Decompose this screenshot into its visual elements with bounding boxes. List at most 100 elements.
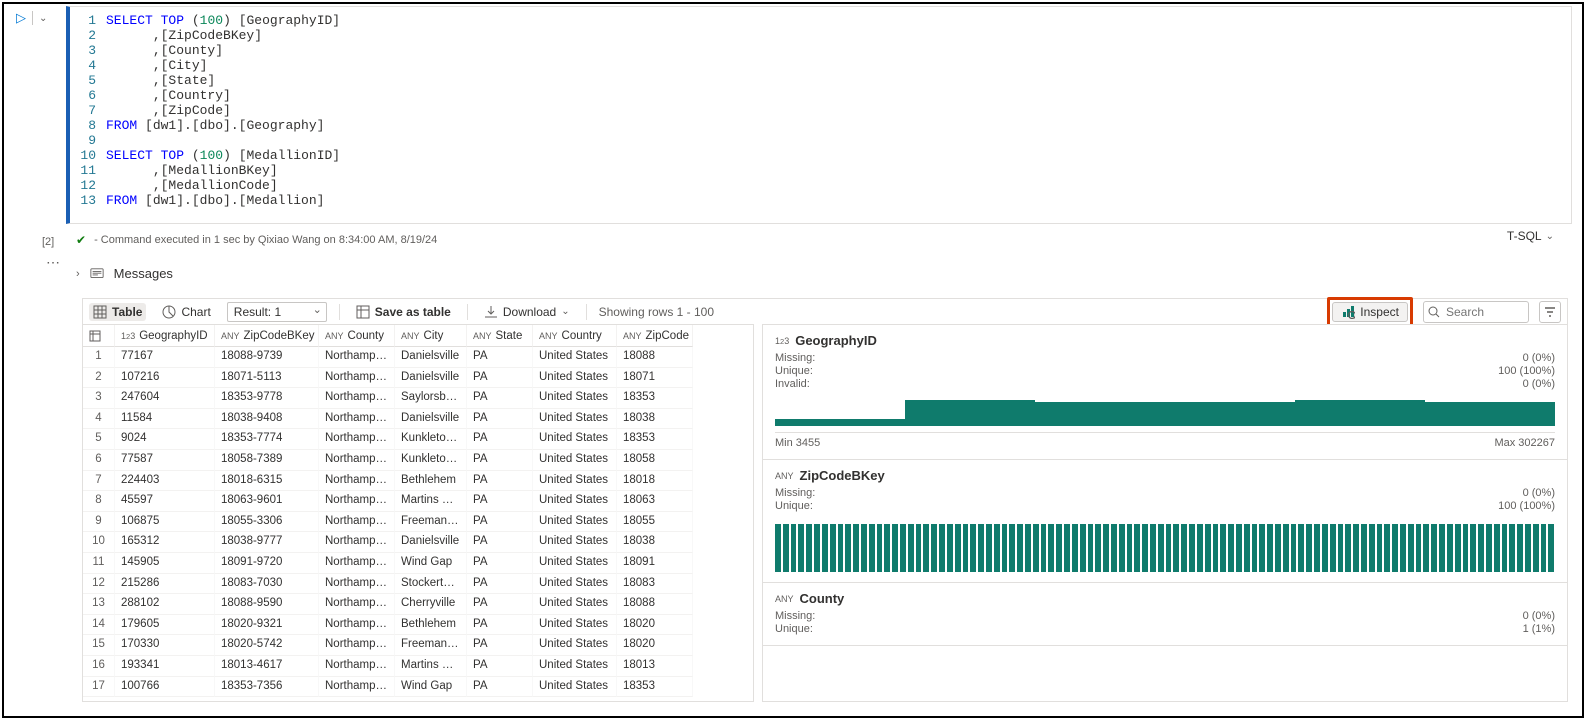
cell[interactable]: PA (467, 512, 533, 533)
cell[interactable]: 165312 (115, 532, 215, 553)
cell[interactable]: United States (533, 635, 617, 656)
cell[interactable]: Saylorsburg (395, 388, 467, 409)
code-text[interactable]: FROM [dw1].[dbo].[Geography] (106, 118, 324, 133)
cell[interactable]: 18071 (617, 368, 693, 389)
cell[interactable]: 11584 (115, 409, 215, 430)
cell[interactable]: Northampton (319, 429, 395, 450)
code-line[interactable]: 11 ,[MedallionBKey] (70, 163, 1571, 178)
cell[interactable]: 18353 (617, 677, 693, 698)
column-header[interactable]: ANYZipCodeBKey (215, 325, 319, 347)
code-line[interactable]: 10SELECT TOP (100) [MedallionID] (70, 148, 1571, 163)
cell[interactable]: Northampton (319, 347, 395, 368)
cell[interactable]: 45597 (115, 491, 215, 512)
cell[interactable]: United States (533, 574, 617, 595)
cell[interactable]: 106875 (115, 512, 215, 533)
cell[interactable]: Danielsville (395, 532, 467, 553)
cell[interactable]: PA (467, 388, 533, 409)
cell[interactable]: 18058 (617, 450, 693, 471)
cell[interactable]: Northampton (319, 388, 395, 409)
cell[interactable]: Northampton (319, 512, 395, 533)
cell[interactable]: 18091 (617, 553, 693, 574)
code-text[interactable]: ,[ZipCodeBKey] (106, 28, 262, 43)
cell[interactable]: United States (533, 388, 617, 409)
grid-scrollbar[interactable]: 17716718088-9739NorthamptonDanielsvilleP… (83, 347, 753, 701)
cell[interactable]: 18055 (617, 512, 693, 533)
code-text[interactable]: ,[MedallionCode] (106, 178, 278, 193)
cell[interactable]: United States (533, 512, 617, 533)
cell[interactable]: 18020 (617, 615, 693, 636)
code-text[interactable]: ,[MedallionBKey] (106, 163, 278, 178)
cell[interactable]: Northampton (319, 594, 395, 615)
code-line[interactable]: 12 ,[MedallionCode] (70, 178, 1571, 193)
cell[interactable]: Wind Gap (395, 553, 467, 574)
cell[interactable]: 107216 (115, 368, 215, 389)
tab-chart[interactable]: Chart (158, 303, 214, 321)
inspect-panel[interactable]: 123GeographyIDMissing:0 (0%)Unique:100 (… (762, 324, 1568, 702)
chevron-down-icon[interactable]: ⌄ (39, 13, 47, 24)
code-text[interactable]: SELECT TOP (100) [GeographyID] (106, 13, 340, 28)
column-header[interactable]: ANYCountry (533, 325, 617, 347)
cell[interactable]: 247604 (115, 388, 215, 409)
column-header[interactable]: ANYState (467, 325, 533, 347)
cell[interactable]: United States (533, 677, 617, 698)
cell[interactable]: PA (467, 635, 533, 656)
cell[interactable]: PA (467, 594, 533, 615)
code-line[interactable]: 6 ,[Country] (70, 88, 1571, 103)
cell[interactable]: Northampton (319, 615, 395, 636)
cell[interactable]: 18018 (617, 471, 693, 492)
cell[interactable]: Freemansb… (395, 512, 467, 533)
code-line[interactable]: 9 (70, 133, 1571, 148)
code-line[interactable]: 1SELECT TOP (100) [GeographyID] (70, 13, 1571, 28)
code-text[interactable]: ,[State] (106, 73, 215, 88)
cell[interactable]: Stockertown (395, 574, 467, 595)
cell[interactable]: 18083-7030 (215, 574, 319, 595)
code-text[interactable]: ,[Country] (106, 88, 231, 103)
cell[interactable]: Northampton (319, 368, 395, 389)
cell[interactable]: PA (467, 677, 533, 698)
cell[interactable]: 193341 (115, 656, 215, 677)
cell[interactable]: 18038 (617, 409, 693, 430)
cell[interactable]: Freemansb… (395, 635, 467, 656)
cell[interactable]: United States (533, 594, 617, 615)
cell[interactable]: 18353-7356 (215, 677, 319, 698)
messages-header[interactable]: › Messages (76, 266, 173, 281)
cell[interactable]: PA (467, 450, 533, 471)
cell[interactable]: 18058-7389 (215, 450, 319, 471)
cell[interactable]: 288102 (115, 594, 215, 615)
cell[interactable]: 18038-9408 (215, 409, 319, 430)
cell[interactable]: 18013-4617 (215, 656, 319, 677)
cell[interactable]: United States (533, 409, 617, 430)
tab-table[interactable]: Table (89, 303, 146, 321)
cell[interactable]: Northampton (319, 656, 395, 677)
run-icon[interactable]: ▷ (16, 10, 26, 26)
cell[interactable]: 18353 (617, 429, 693, 450)
code-line[interactable]: 8FROM [dw1].[dbo].[Geography] (70, 118, 1571, 133)
code-text[interactable]: ,[City] (106, 58, 207, 73)
search-field[interactable] (1444, 304, 1504, 320)
cell[interactable]: 9024 (115, 429, 215, 450)
cell[interactable]: United States (533, 347, 617, 368)
cell[interactable]: 100766 (115, 677, 215, 698)
cell[interactable]: 170330 (115, 635, 215, 656)
inspect-button[interactable]: Inspect (1332, 302, 1408, 322)
cell[interactable]: 18013 (617, 656, 693, 677)
cell[interactable]: Martins Cr… (395, 656, 467, 677)
cell[interactable]: PA (467, 574, 533, 595)
code-line[interactable]: 3 ,[County] (70, 43, 1571, 58)
cell[interactable]: United States (533, 429, 617, 450)
cell[interactable]: 77587 (115, 450, 215, 471)
cell[interactable]: 18038 (617, 532, 693, 553)
code-text[interactable]: ,[ZipCode] (106, 103, 231, 118)
filter-button[interactable] (1539, 301, 1561, 323)
cell[interactable]: 18353 (617, 388, 693, 409)
code-line[interactable]: 4 ,[City] (70, 58, 1571, 73)
column-header[interactable]: ANYCity (395, 325, 467, 347)
column-header[interactable]: ANYCounty (319, 325, 395, 347)
cell[interactable]: Northampton (319, 677, 395, 698)
cell[interactable]: Northampton (319, 574, 395, 595)
cell[interactable]: 18038-9777 (215, 532, 319, 553)
cell[interactable]: Northampton (319, 532, 395, 553)
cell[interactable]: 18018-6315 (215, 471, 319, 492)
cell[interactable]: PA (467, 368, 533, 389)
cell[interactable]: 18353-7774 (215, 429, 319, 450)
